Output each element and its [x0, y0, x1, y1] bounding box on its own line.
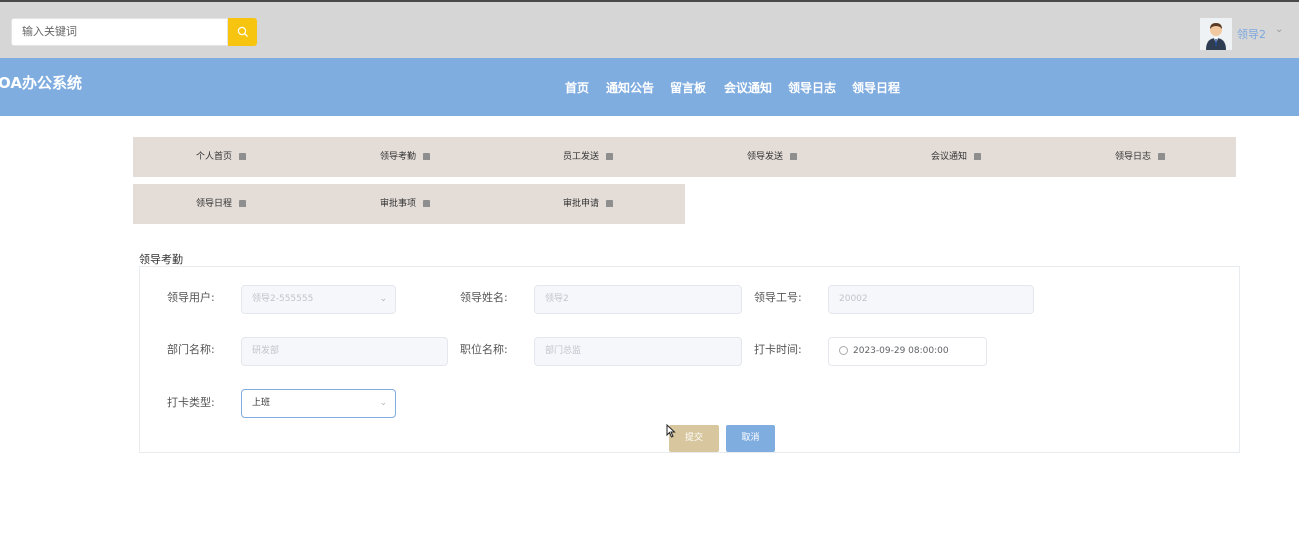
menu-item-label: 员工发送	[563, 152, 600, 162]
field-label-dept: 部门名称:	[167, 343, 215, 356]
cancel-button[interactable]: 取消	[726, 425, 775, 452]
home-icon	[423, 200, 431, 207]
clock-icon	[839, 346, 848, 355]
home-icon	[606, 200, 614, 207]
field-label-name: 领导姓名:	[460, 291, 508, 304]
search-button[interactable]	[228, 18, 257, 46]
clock-type-value: 上班	[252, 398, 271, 408]
submit-button[interactable]: 提交	[669, 425, 719, 452]
menu-item-approval-apply[interactable]: 审批申请	[563, 184, 614, 224]
menu-item-label: 领导日程	[196, 199, 233, 209]
nav-item-messages[interactable]: 留言板	[670, 79, 706, 96]
menu-item-label: 审批申请	[563, 199, 600, 209]
field-label-user: 领导用户:	[167, 291, 215, 304]
menu-item-label: 领导日志	[1115, 152, 1152, 162]
field-label-id: 领导工号:	[754, 291, 802, 304]
nav-item-home[interactable]: 首页	[565, 79, 589, 96]
chevron-down-icon: ⌄	[379, 398, 387, 408]
home-icon	[239, 200, 247, 207]
menu-item-approval-items[interactable]: 审批事项	[380, 184, 431, 224]
nav-item-notices[interactable]: 通知公告	[606, 79, 654, 96]
leader-user-value: 领导2-555555	[252, 294, 314, 304]
menu-row-2: 领导日程 审批事项 审批申请	[133, 184, 685, 224]
position-name-field[interactable]: 部门总监	[534, 337, 742, 366]
leader-user-select[interactable]: 领导2-555555 ⌄	[241, 285, 396, 314]
cursor-icon	[666, 424, 676, 438]
home-icon	[239, 153, 247, 160]
menu-item-meeting[interactable]: 会议通知	[931, 137, 982, 177]
nav-item-leader-log[interactable]: 领导日志	[788, 79, 836, 96]
search-icon	[237, 26, 248, 38]
field-label-type: 打卡类型:	[167, 396, 215, 409]
field-label-time: 打卡时间:	[754, 343, 802, 356]
menu-item-leader-log[interactable]: 领导日志	[1115, 137, 1166, 177]
menu-item-label: 审批事项	[380, 199, 417, 209]
menu-row-1: 个人首页 领导考勤 员工发送 领导发送 会议通知 领导日志	[133, 137, 1236, 177]
field-label-position: 职位名称:	[460, 343, 508, 356]
menu-item-schedule[interactable]: 领导日程	[196, 184, 247, 224]
leader-id-field[interactable]: 20002	[828, 285, 1034, 314]
nav-item-meetings[interactable]: 会议通知	[724, 79, 772, 96]
main-navbar: OA办公系统 首页 通知公告 留言板 会议通知 领导日志 领导日程	[0, 58, 1299, 116]
home-icon	[790, 153, 798, 160]
menu-item-home[interactable]: 个人首页	[196, 137, 247, 177]
menu-item-attendance[interactable]: 领导考勤	[380, 137, 431, 177]
menu-item-leader-send[interactable]: 领导发送	[747, 137, 798, 177]
home-icon	[1158, 153, 1166, 160]
clock-time-value: 2023-09-29 08:00:00	[853, 346, 949, 356]
menu-item-label: 会议通知	[931, 152, 968, 162]
avatar-icon	[1200, 18, 1232, 50]
section-title: 领导考勤	[139, 253, 183, 266]
dept-name-field[interactable]: 研发部	[241, 337, 448, 366]
clock-type-select[interactable]: 上班 ⌄	[241, 389, 396, 418]
user-name[interactable]: 领导2	[1237, 26, 1266, 42]
leader-name-field[interactable]: 领导2	[534, 285, 742, 314]
clock-time-picker[interactable]: 2023-09-29 08:00:00	[828, 337, 987, 366]
home-icon	[606, 153, 614, 160]
search-input[interactable]: 输入关键词	[11, 18, 228, 46]
top-bar: 输入关键词 领导2 ⌄	[0, 0, 1299, 58]
chevron-down-icon: ⌄	[379, 294, 387, 304]
nav-item-leader-schedule[interactable]: 领导日程	[852, 79, 900, 96]
home-icon	[974, 153, 982, 160]
menu-item-label: 领导考勤	[380, 152, 417, 162]
avatar[interactable]	[1200, 18, 1232, 50]
menu-item-staff-send[interactable]: 员工发送	[563, 137, 614, 177]
home-icon	[423, 153, 431, 160]
menu-item-label: 个人首页	[196, 152, 233, 162]
chevron-down-icon[interactable]: ⌄	[1275, 24, 1283, 35]
menu-item-label: 领导发送	[747, 152, 784, 162]
brand-title: OA办公系统	[0, 74, 82, 92]
